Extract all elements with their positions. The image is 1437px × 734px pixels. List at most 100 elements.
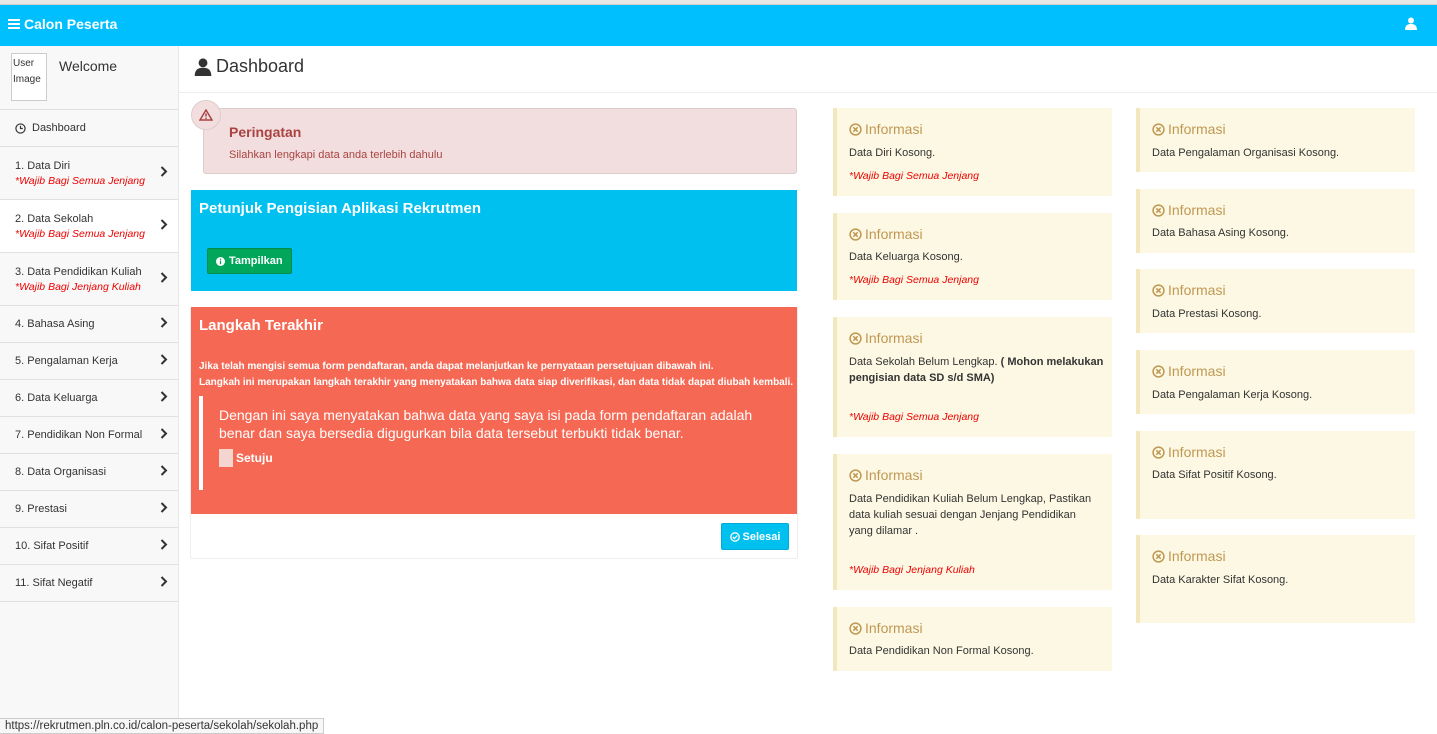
sidebar-item-label: 1. Data Diri [15, 159, 71, 172]
sidebar-toggle-brand[interactable]: Calon Peserta [8, 16, 117, 32]
info-body: Data Pendidikan Non Formal Kosong. [849, 645, 1034, 657]
info-title: Informasi [849, 620, 923, 636]
tampilkan-label: Tampilkan [229, 255, 283, 267]
sidebar-item-pengalaman-kerja[interactable]: 5. Pengalaman Kerja [0, 343, 178, 380]
times-circle-icon [1152, 203, 1165, 217]
brand-label: Calon Peserta [24, 16, 118, 32]
sidebar-item-label: 2. Data Sekolah [15, 212, 94, 225]
info-title-text: Informasi [865, 121, 923, 137]
required-note: *Wajib Bagi Semua Jenjang [15, 227, 145, 240]
link-status-bar: https://rekrutmen.pln.co.id/calon-pesert… [0, 718, 325, 734]
chevron-right-icon [160, 502, 168, 516]
info-body: Data Pengalaman Organisasi Kosong. [1152, 147, 1340, 159]
warning-icon [191, 100, 221, 130]
sidebar-item-label: 5. Pengalaman Kerja [15, 355, 118, 367]
times-circle-icon [1152, 122, 1165, 136]
info-title: Informasi [849, 467, 923, 483]
chevron-right-icon [160, 354, 168, 368]
sidebar-item-data-diri[interactable]: 1. Data Diri *Wajib Bagi Semua Jenjang [0, 147, 178, 200]
tampilkan-button[interactable]: Tampilkan [207, 248, 292, 274]
welcome-text: Welcome [59, 58, 118, 74]
sidebar-item-dashboard[interactable]: Dashboard [0, 110, 178, 147]
info-card-pendidikan-non-formal: Informasi Data Pendidikan Non Formal Kos… [833, 607, 1112, 671]
sidebar-item-label: 8. Data Organisasi [15, 466, 107, 478]
sidebar-item-sifat-positif[interactable]: 10. Sifat Positif [0, 528, 178, 565]
info-card-bahasa-asing: Informasi Data Bahasa Asing Kosong. [1136, 189, 1415, 253]
agree-label[interactable]: Setuju [219, 449, 769, 467]
sidebar-item-label: 10. Sifat Positif [15, 540, 89, 552]
page-header: Dashboard [179, 46, 1437, 93]
chevron-right-icon [160, 166, 168, 180]
selesai-label: Selesai [742, 530, 781, 543]
page-title-text: Dashboard [216, 56, 305, 76]
sidebar-item-data-sekolah[interactable]: 2. Data Sekolah *Wajib Bagi Semua Jenjan… [0, 200, 178, 253]
info-title: Informasi [1152, 363, 1226, 379]
chevron-right-icon [160, 219, 168, 233]
selesai-button[interactable]: Selesai [721, 523, 789, 550]
info-icon [216, 256, 225, 266]
info-title-text: Informasi [1168, 282, 1226, 298]
info-title: Informasi [849, 330, 923, 346]
info-card-data-keluarga: Informasi Data Keluarga Kosong. *Wajib B… [833, 213, 1112, 300]
required-note: *Wajib Bagi Semua Jenjang [15, 174, 145, 187]
langkah-line-2: Langkah ini merupakan langkah terakhir y… [199, 377, 794, 388]
sidebar-item-data-pendidikan-kuliah[interactable]: 3. Data Pendidikan Kuliah *Wajib Bagi Je… [0, 253, 178, 306]
times-circle-icon [849, 227, 862, 241]
hamburger-icon[interactable] [8, 19, 20, 29]
info-title-text: Informasi [1168, 444, 1226, 460]
chevron-right-icon [160, 576, 168, 590]
agree-text: Setuju [236, 451, 273, 465]
langkah-box: Langkah Terakhir Jika telah mengisi semu… [191, 307, 797, 514]
chevron-right-icon [160, 465, 168, 479]
info-body: Data Prestasi Kosong. [1152, 308, 1262, 320]
sidebar-item-prestasi[interactable]: 9. Prestasi [0, 491, 178, 528]
info-body: Data Sekolah Belum Lengkap. ( Mohon mela… [849, 354, 1104, 386]
warning-callout: Peringatan Silahkan lengkapi data anda t… [191, 100, 797, 174]
info-title: Informasi [1152, 121, 1226, 137]
info-title-text: Informasi [865, 467, 923, 483]
langkah-line-1: Jika telah mengisi semua form pendaftara… [199, 361, 714, 372]
info-card-prestasi: Informasi Data Prestasi Kosong. [1136, 269, 1415, 333]
info-card-sifat-positif: Informasi Data Sifat Positif Kosong. [1136, 431, 1415, 519]
sidebar-item-bahasa-asing[interactable]: 4. Bahasa Asing [0, 306, 178, 343]
info-title: Informasi [849, 121, 923, 137]
info-title-text: Informasi [1168, 548, 1226, 564]
sidebar-item-pendidikan-non-formal[interactable]: 7. Pendidikan Non Formal [0, 417, 178, 454]
info-title: Informasi [1152, 202, 1226, 218]
sidebar-item-data-organisasi[interactable]: 8. Data Organisasi [0, 454, 178, 491]
info-title: Informasi [1152, 548, 1226, 564]
statement-text: Dengan ini saya menyatakan bahwa data ya… [219, 407, 753, 441]
info-body: Data Karakter Sifat Kosong. [1152, 574, 1289, 586]
required-note: *Wajib Bagi Jenjang Kuliah [15, 280, 141, 293]
info-title-text: Informasi [865, 226, 923, 242]
times-circle-icon [849, 468, 862, 482]
info-body-text: Data Sekolah Belum Lengkap. [849, 356, 1001, 368]
info-body: Data Pengalaman Kerja Kosong. [1152, 389, 1313, 401]
info-title: Informasi [1152, 282, 1226, 298]
langkah-title: Langkah Terakhir [199, 317, 323, 334]
sidebar-item-label: 6. Data Keluarga [15, 392, 98, 404]
times-circle-icon [849, 621, 862, 635]
sidebar-item-label: 11. Sifat Negatif [15, 577, 93, 589]
info-required-note: *Wajib Bagi Semua Jenjang [849, 411, 979, 423]
top-navbar: Calon Peserta [0, 5, 1437, 46]
sidebar-item-sifat-negatif[interactable]: 11. Sifat Negatif [0, 565, 178, 602]
info-title-text: Informasi [1168, 363, 1226, 379]
info-card-data-diri: Informasi Data Diri Kosong. *Wajib Bagi … [833, 108, 1112, 196]
clock-icon [15, 122, 26, 134]
info-required-note: *Wajib Bagi Semua Jenjang [849, 170, 979, 182]
user-icon [194, 57, 212, 76]
chevron-right-icon [160, 317, 168, 331]
warning-title: Peringatan [229, 124, 302, 140]
user-menu-icon[interactable] [1405, 17, 1417, 35]
info-body: Data Bahasa Asing Kosong. [1152, 227, 1289, 239]
times-circle-icon [1152, 549, 1165, 563]
chevron-right-icon [160, 391, 168, 405]
chevron-right-icon [160, 272, 168, 286]
info-card-pengalaman-kerja: Informasi Data Pengalaman Kerja Kosong. [1136, 350, 1415, 414]
sidebar-item-data-keluarga[interactable]: 6. Data Keluarga [0, 380, 178, 417]
sidebar-item-label: 9. Prestasi [15, 503, 67, 515]
info-title-text: Informasi [1168, 202, 1226, 218]
langkah-description: Jika telah mengisi semua form pendaftara… [199, 359, 793, 391]
agree-checkbox[interactable] [219, 449, 233, 467]
